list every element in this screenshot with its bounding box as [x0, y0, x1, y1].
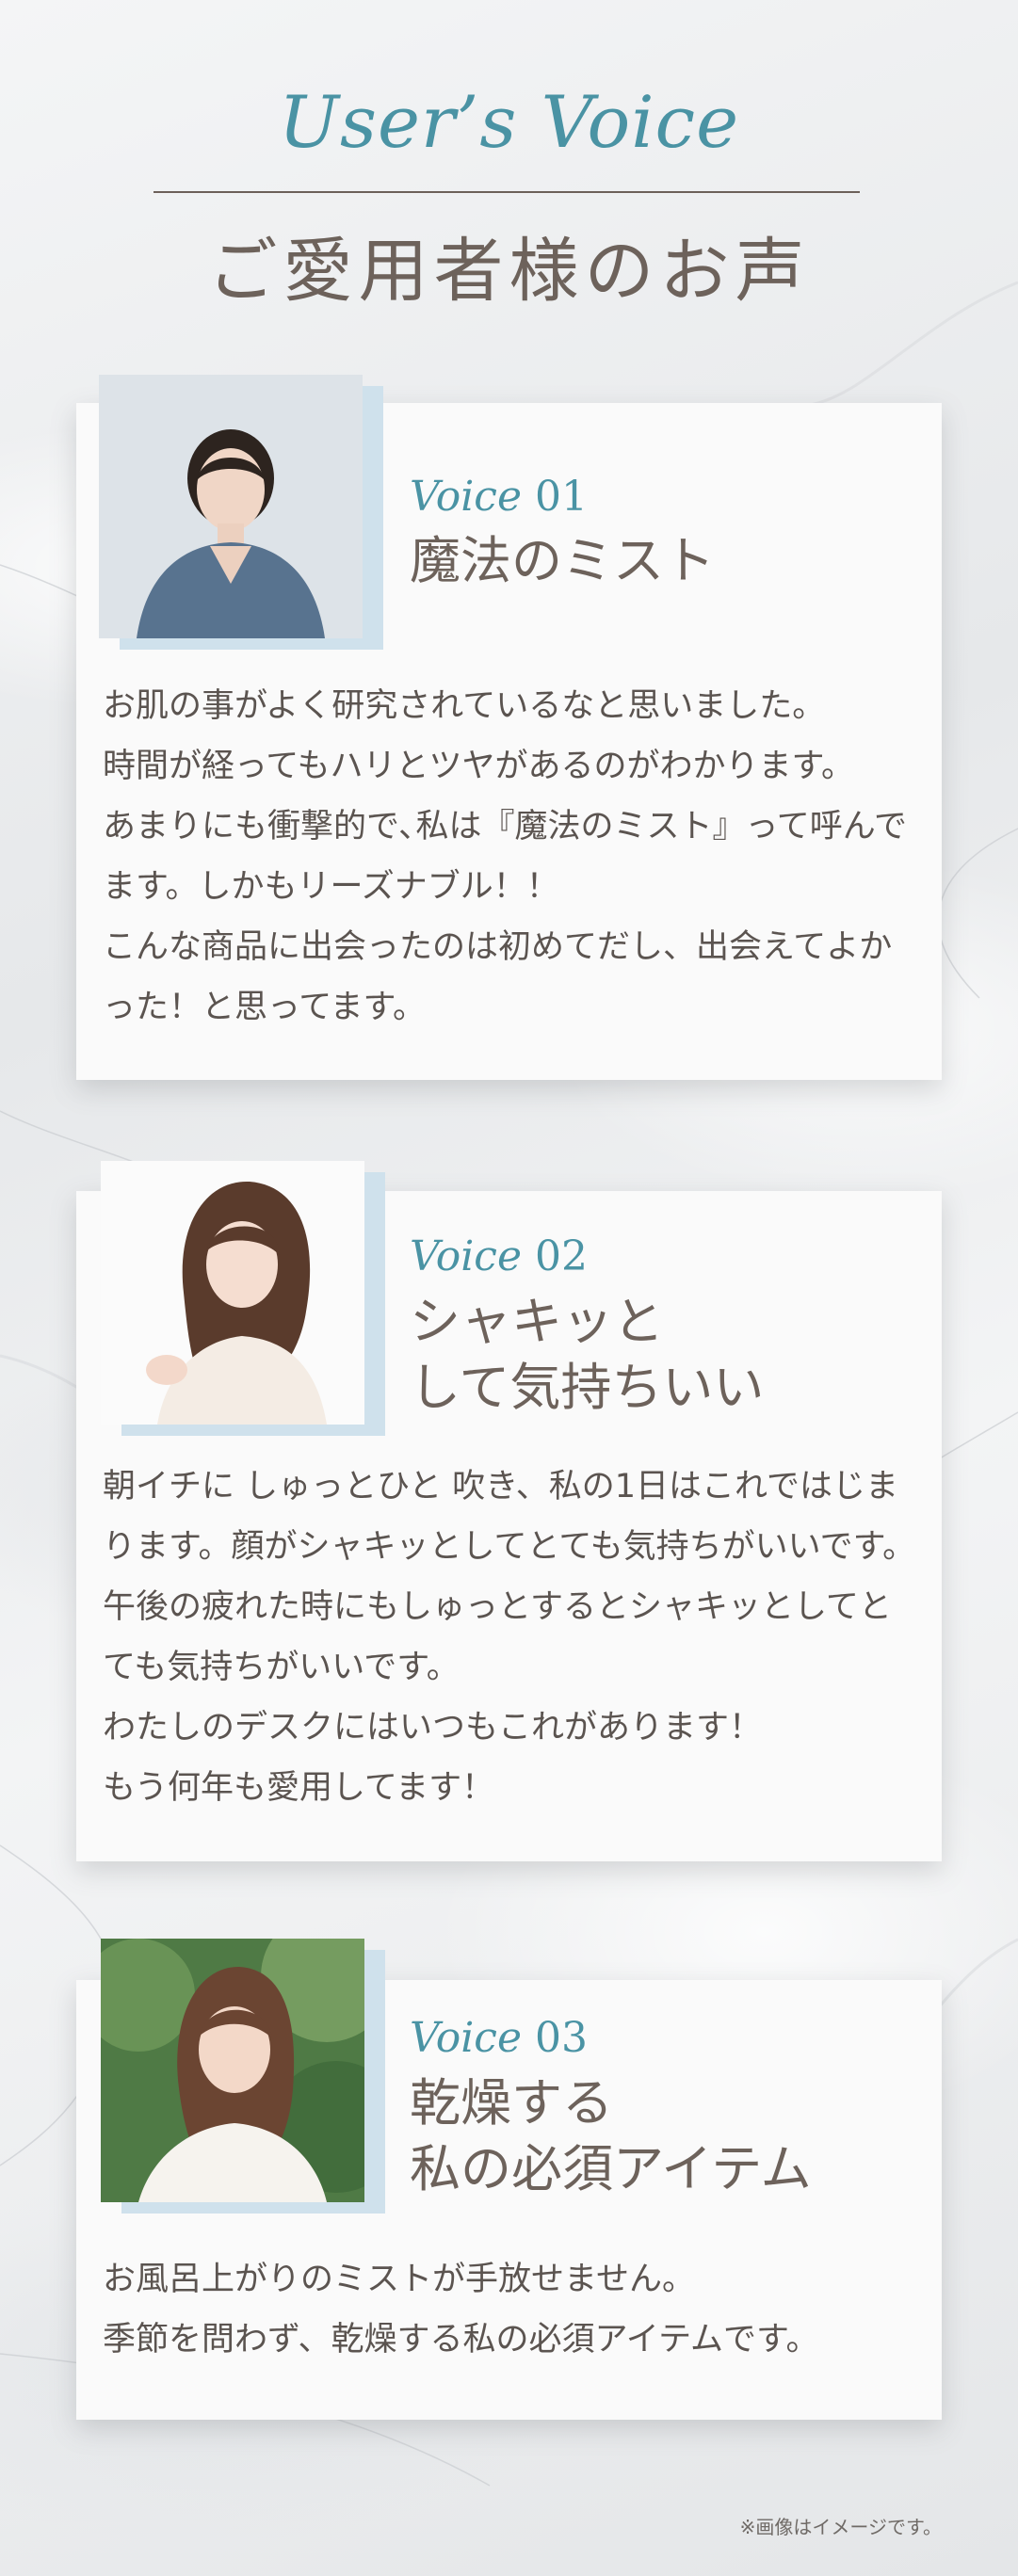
- avatar: [101, 1939, 364, 2202]
- section-header: User’s Voice: [0, 87, 1018, 158]
- avatar: [99, 375, 363, 638]
- voice-label: Voice 02: [410, 1232, 588, 1280]
- voice-label: Voice 03: [410, 2014, 588, 2062]
- avatar: [101, 1161, 364, 1425]
- section-title-en: User’s Voice: [278, 80, 740, 164]
- voice-title: シャキッと して気持ちいい: [410, 1292, 765, 1417]
- voice-body: お肌の事がよく研究されているなと思いました。 時間が経ってもハリとツヤがあるのが…: [103, 687, 908, 1026]
- voice-card-3: Voice 03 乾燥する 私の必須アイテム お風呂上がりのミストが手放せません…: [76, 1939, 942, 2420]
- title-divider: [154, 191, 860, 193]
- voice-card-2: Voice 02 シャキッと して気持ちいい 朝イチに しゅっとひと 吹き、私の…: [76, 1161, 942, 1861]
- voice-label: Voice 01: [410, 473, 588, 521]
- voice-body: 朝イチに しゅっとひと 吹き、私の1日はこれではじまります。顔がシャキッとしてと…: [103, 1468, 916, 1807]
- section-title-jp: ご愛用者様のお声: [207, 231, 811, 312]
- voice-title: 乾燥する 私の必須アイテム: [410, 2073, 812, 2198]
- image-disclaimer: ※画像はイメージです。: [739, 2516, 942, 2538]
- voice-card-1: Voice 01 魔法のミスト お肌の事がよく研究されているなと思いました。 時…: [76, 375, 942, 1080]
- voice-title: 魔法のミスト: [410, 531, 715, 590]
- voice-body: お風呂上がりのミストが手放せません。 季節を問わず、乾燥する私の必須アイテムです…: [103, 2261, 819, 2359]
